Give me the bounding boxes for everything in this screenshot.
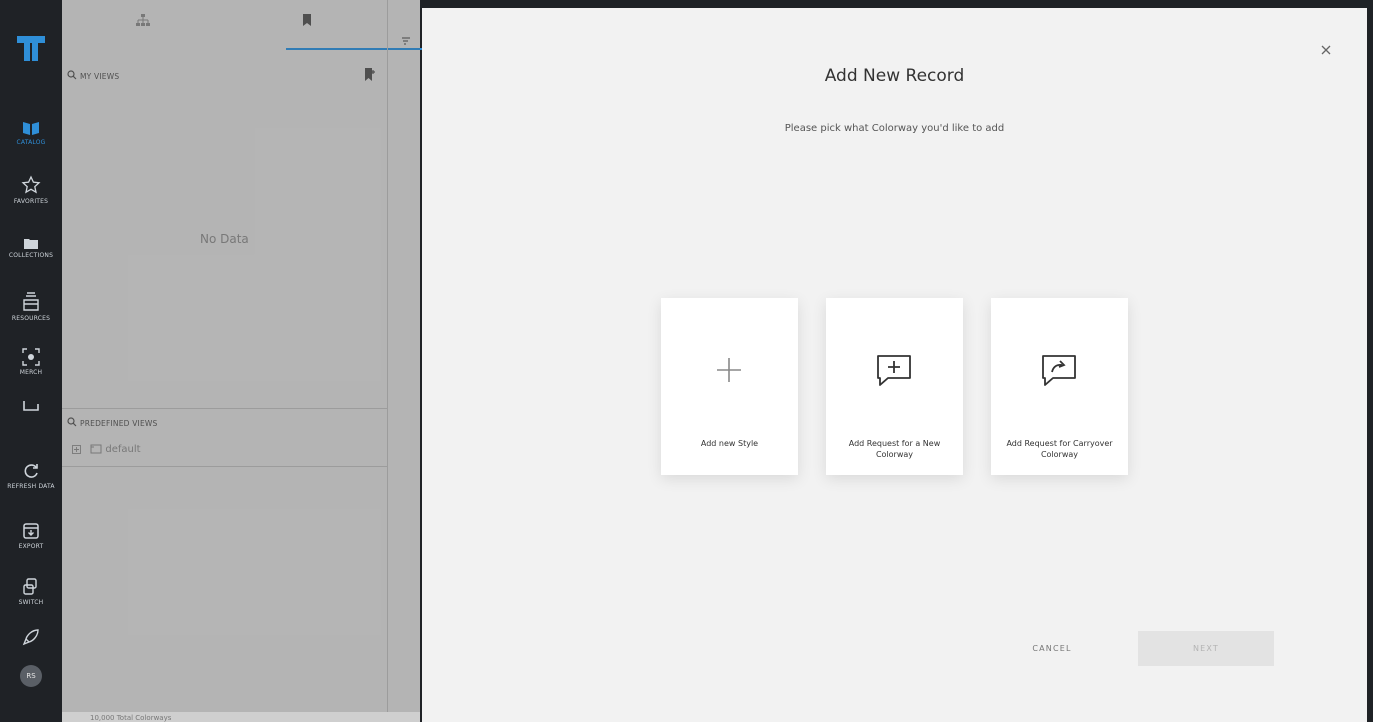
sidebar-item-label: FAVORITES: [13, 198, 49, 205]
sidebar-item-favorites[interactable]: FAVORITES: [0, 175, 62, 205]
option-add-carryover-colorway-request[interactable]: Add Request for Carryover Colorway: [991, 298, 1128, 475]
comment-carryover-icon: [1042, 355, 1076, 386]
sidebar-item-launch[interactable]: [0, 628, 62, 646]
comment-plus-icon: [877, 355, 911, 386]
views-panel-divider: [387, 0, 388, 712]
option-label: Add Request for Carryover Colorway: [1006, 439, 1113, 459]
sidebar-item-refresh-data[interactable]: REFRESH DATA: [0, 462, 62, 490]
add-bookmark-icon[interactable]: [364, 68, 376, 82]
sofa-icon: [23, 401, 39, 411]
view-icon: [90, 444, 102, 454]
option-add-new-style[interactable]: Add new Style: [661, 298, 798, 475]
no-data-message: No Data: [200, 232, 249, 246]
switch-icon: [23, 578, 37, 595]
tab-hierarchy-icon[interactable]: [136, 14, 150, 28]
plus-icon: [717, 358, 741, 382]
sidebar-item-label: SWITCH: [18, 599, 44, 606]
sidebar-item-label: RESOURCES: [11, 315, 51, 322]
views-panel-tabs: [62, 0, 450, 50]
modal-title: Add New Record: [824, 66, 965, 86]
resources-icon: [23, 292, 39, 311]
merch-icon: [22, 348, 40, 366]
sidebar-item-label: CATALOG: [16, 139, 46, 146]
option-label: Add Request for a New Colorway: [848, 439, 941, 459]
option-label: Add new Style: [700, 439, 759, 448]
list-item-label: default: [105, 444, 141, 455]
sidebar-item-export[interactable]: EXPORT: [0, 522, 62, 550]
cancel-button[interactable]: CANCEL: [1010, 631, 1094, 666]
sidebar-item-switch[interactable]: SWITCH: [0, 578, 62, 606]
refresh-icon: [24, 464, 38, 478]
total-count-text: 10,000 Total Colorways: [90, 714, 172, 722]
list-item[interactable]: default: [72, 444, 141, 455]
avatar[interactable]: RS: [20, 665, 42, 687]
sidebar-item-collapse[interactable]: [0, 400, 62, 414]
catalog-icon: [23, 122, 39, 135]
modal-subtitle: Please pick what Colorway you'd like to …: [784, 123, 1005, 134]
expand-icon[interactable]: [72, 444, 81, 454]
section-divider: [62, 466, 388, 467]
section-divider: [62, 408, 388, 409]
search-icon[interactable]: [67, 417, 77, 427]
sidebar-item-resources[interactable]: RESOURCES: [0, 292, 62, 322]
left-nav-rail: CATALOG FAVORITES COLLECTIONS RESOURCES …: [0, 0, 62, 722]
star-icon: [21, 175, 41, 194]
sidebar-item-label: EXPORT: [18, 543, 44, 550]
close-icon[interactable]: [1318, 42, 1334, 58]
search-icon[interactable]: [67, 70, 77, 80]
filter-icon[interactable]: [402, 37, 410, 47]
views-panel: [62, 0, 420, 722]
my-views-title: MY VIEWS: [80, 72, 120, 81]
sidebar-item-label: REFRESH DATA: [7, 483, 55, 490]
rocket-icon: [22, 629, 39, 646]
sidebar-item-merch[interactable]: MERCH: [0, 348, 62, 376]
predefined-views-title: PREDEFINED VIEWS: [80, 419, 158, 428]
sidebar-item-label: COLLECTIONS: [8, 252, 54, 259]
sidebar-item-collections[interactable]: COLLECTIONS: [0, 237, 62, 259]
option-add-new-colorway-request[interactable]: Add Request for a New Colorway: [826, 298, 963, 475]
tab-bookmark-icon[interactable]: [302, 14, 312, 26]
next-button[interactable]: NEXT: [1138, 631, 1274, 666]
sidebar-item-catalog[interactable]: CATALOG: [0, 120, 62, 146]
folder-icon: [24, 239, 38, 249]
export-icon: [23, 523, 39, 539]
app-logo-icon: [17, 36, 45, 61]
sidebar-item-label: MERCH: [19, 369, 43, 376]
